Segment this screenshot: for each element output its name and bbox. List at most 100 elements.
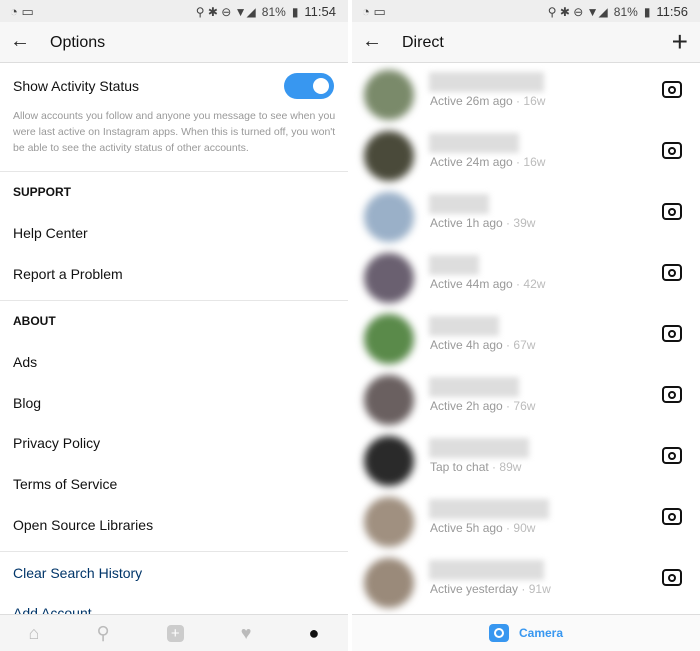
battery-level: 81% (261, 4, 286, 19)
status-bar: ◔ ▭ ⚲ ✱ ⊖ ▼◢ 81% ▮ 11:56 (352, 0, 700, 22)
notification-icons: ◔ ▭ (362, 4, 386, 19)
thread-row[interactable]: Active 1h ago · 39w (352, 186, 700, 247)
avatar (364, 436, 414, 486)
thread-status: Active 2h ago · 76w (430, 399, 536, 413)
thread-age: 39w (513, 216, 536, 230)
activity-text: Active 24m ago (430, 155, 513, 169)
thread-age: 16w (523, 155, 546, 169)
blurred-username (429, 194, 489, 214)
camera-label: Camera (518, 626, 564, 640)
avatar (364, 558, 414, 608)
activity-text: Active 26m ago (430, 94, 513, 108)
divider (0, 551, 348, 552)
thread-age: 89w (499, 460, 522, 474)
thread-row[interactable]: Active 44m ago · 42w (352, 247, 700, 308)
activity-status-description: Allow accounts you follow and anyone you… (13, 110, 336, 154)
privacy-policy-item[interactable]: Privacy Policy (13, 435, 100, 451)
blurred-username (429, 377, 519, 397)
system-icons: ⚲ ✱ ⊖ ▼◢ (547, 4, 608, 19)
activity-text: Active yesterday (430, 582, 519, 596)
activity-text: Tap to chat (430, 460, 489, 474)
camera-icon[interactable] (662, 508, 682, 525)
avatar (364, 131, 414, 181)
back-arrow-icon[interactable]: ← (362, 30, 382, 53)
activity-text: Active 5h ago (430, 521, 503, 535)
activity-status-toggle[interactable] (284, 73, 334, 99)
battery-icon: ▮ (291, 4, 299, 19)
avatar (364, 70, 414, 120)
profile-icon[interactable]: ● (309, 623, 320, 644)
page-title: Direct (402, 34, 444, 51)
thread-age: 91w (528, 582, 551, 596)
camera-icon[interactable] (662, 264, 682, 281)
camera-icon[interactable] (662, 203, 682, 220)
camera-icon[interactable] (662, 325, 682, 342)
blurred-username (429, 255, 479, 275)
support-heading: SUPPORT (13, 185, 72, 199)
new-message-plus-icon[interactable]: + (672, 26, 688, 58)
camera-icon[interactable] (662, 447, 682, 464)
thread-row[interactable]: Active 5h ago · 90w (352, 491, 700, 552)
blurred-username (429, 133, 519, 153)
blurred-username (429, 560, 544, 580)
divider (0, 171, 348, 172)
header: ← Options (0, 22, 348, 63)
thread-status: Active 44m ago · 42w (430, 277, 546, 291)
open-source-item[interactable]: Open Source Libraries (13, 517, 153, 533)
blurred-username (429, 499, 549, 519)
avatar (364, 253, 414, 303)
thread-age: 76w (513, 399, 536, 413)
options-screen: ◔ ▭ ⚲ ✱ ⊖ ▼◢ 81% ▮ 11:54 ← Options Show Act… (0, 0, 348, 651)
page-title: Options (50, 34, 106, 51)
thread-status: Active 4h ago · 67w (430, 338, 536, 352)
help-center-item[interactable]: Help Center (13, 225, 88, 241)
avatar (364, 497, 414, 547)
blurred-username (429, 316, 499, 336)
direct-screen: ◔ ▭ ⚲ ✱ ⊖ ▼◢ 81% ▮ 11:56 ← Direct + Active … (352, 0, 700, 651)
thread-row[interactable]: Active 4h ago · 67w (352, 308, 700, 369)
report-problem-item[interactable]: Report a Problem (13, 266, 123, 282)
notification-icons: ◔ ▭ (10, 4, 34, 19)
bottom-nav: ⌂ ⚲ + ♥ ● (0, 614, 348, 651)
blog-item[interactable]: Blog (13, 395, 41, 411)
thread-row[interactable]: Active 26m ago · 16w (352, 64, 700, 125)
camera-icon[interactable] (662, 569, 682, 586)
clear-search-history-link[interactable]: Clear Search History (13, 565, 142, 581)
thread-row[interactable]: Active 2h ago · 76w (352, 369, 700, 430)
camera-icon (488, 624, 509, 642)
terms-item[interactable]: Terms of Service (13, 476, 117, 492)
status-bar: ◔ ▭ ⚲ ✱ ⊖ ▼◢ 81% ▮ 11:54 (0, 0, 348, 22)
blurred-username (429, 72, 544, 92)
ads-item[interactable]: Ads (13, 354, 37, 370)
clock: 11:54 (304, 4, 336, 19)
thread-row[interactable]: Active 24m ago · 16w (352, 125, 700, 186)
divider (0, 300, 348, 301)
camera-icon[interactable] (662, 81, 682, 98)
home-icon[interactable]: ⌂ (29, 623, 40, 644)
thread-age: 67w (513, 338, 536, 352)
heart-icon[interactable]: ♥ (241, 623, 252, 644)
camera-button[interactable]: Camera (352, 614, 700, 651)
thread-row[interactable]: Tap to chat · 89w (352, 430, 700, 491)
add-icon[interactable]: + (166, 624, 184, 642)
about-heading: ABOUT (13, 314, 56, 328)
camera-icon[interactable] (662, 142, 682, 159)
thread-status: Active 26m ago · 16w (430, 94, 546, 108)
thread-status: Active 24m ago · 16w (430, 155, 546, 169)
camera-icon[interactable] (662, 386, 682, 403)
thread-status: Active 5h ago · 90w (430, 521, 536, 535)
battery-icon: ▮ (643, 4, 651, 19)
search-icon[interactable]: ⚲ (97, 623, 110, 644)
activity-text: Active 2h ago (430, 399, 503, 413)
battery-level: 81% (613, 4, 638, 19)
activity-status-label: Show Activity Status (13, 78, 140, 94)
avatar (364, 192, 414, 242)
system-icons: ⚲ ✱ ⊖ ▼◢ (195, 4, 256, 19)
activity-text: Active 44m ago (430, 277, 513, 291)
clock: 11:56 (656, 4, 688, 19)
thread-age: 90w (513, 521, 536, 535)
back-arrow-icon[interactable]: ← (10, 30, 30, 53)
thread-row[interactable]: Active yesterday · 91w (352, 552, 700, 613)
thread-status: Tap to chat · 89w (430, 460, 522, 474)
avatar (364, 375, 414, 425)
